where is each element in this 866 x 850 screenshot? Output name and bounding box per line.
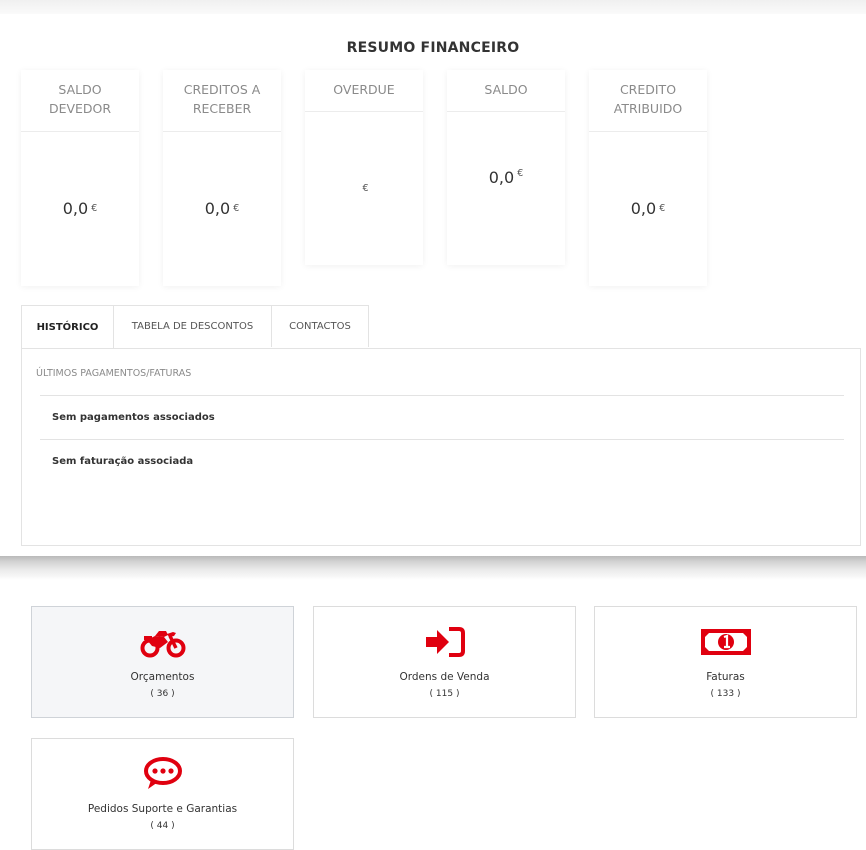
tile-ordens-venda[interactable]: Ordens de Venda ( 115 ) xyxy=(313,606,576,718)
summary-title: RESUMO FINANCEIRO xyxy=(346,40,520,56)
tab-contactos[interactable]: CONTACTOS xyxy=(271,305,369,347)
tile-label: Orçamentos xyxy=(130,671,195,683)
sign-in-icon xyxy=(314,625,575,659)
panel-top-band xyxy=(0,0,866,14)
tile-count: ( 115 ) xyxy=(429,689,460,699)
tab-historico[interactable]: HISTÓRICO xyxy=(21,305,114,349)
currency-symbol: € xyxy=(233,203,240,214)
card-value: 0,0 € xyxy=(62,199,98,218)
currency-symbol: € xyxy=(659,203,666,214)
card-creditos-receber: CREDITOS A RECEBER 0,0 € xyxy=(163,70,281,286)
list-item: Sem faturação associada xyxy=(40,439,844,483)
card-label: SALDO xyxy=(447,70,565,112)
card-saldo-devedor: SALDO DEVEDOR 0,0 € xyxy=(21,70,139,286)
list-item: Sem pagamentos associados xyxy=(40,395,844,439)
card-value: 0,0 € xyxy=(630,199,666,218)
tile-label: Ordens de Venda xyxy=(399,671,490,683)
tab-bar: HISTÓRICO TABELA DE DESCONTOS CONTACTOS xyxy=(21,305,369,349)
tile-label: Pedidos Suporte e Garantias xyxy=(87,803,238,815)
financial-summary-panel: RESUMO FINANCEIRO SALDO DEVEDOR 0,0 € CRE… xyxy=(0,0,866,556)
tab-content-historico: ÚLTIMOS PAGAMENTOS/FATURAS Sem pagamento… xyxy=(21,348,861,546)
card-label: CREDITO ATRIBUIDO xyxy=(589,70,707,132)
card-saldo: SALDO 0,0 € xyxy=(447,70,565,265)
chat-bubble-icon xyxy=(32,757,293,791)
card-value: 0,0 € xyxy=(488,168,524,187)
card-value: € xyxy=(305,112,423,264)
card-label: CREDITOS A RECEBER xyxy=(163,70,281,132)
currency-symbol: € xyxy=(362,182,369,194)
tile-count: ( 44 ) xyxy=(150,821,175,831)
tab-tabela-descontos[interactable]: TABELA DE DESCONTOS xyxy=(113,305,272,347)
section-label: ÚLTIMOS PAGAMENTOS/FATURAS xyxy=(36,368,192,379)
tile-count: ( 133 ) xyxy=(710,689,741,699)
currency-symbol: € xyxy=(517,168,524,179)
card-label: SALDO DEVEDOR xyxy=(21,70,139,132)
divider-band xyxy=(0,556,866,580)
currency-symbol: € xyxy=(91,203,98,214)
tile-label: Faturas xyxy=(706,671,745,683)
tile-orcamentos[interactable]: Orçamentos ( 36 ) xyxy=(31,606,294,718)
money-icon xyxy=(595,625,856,659)
tile-pedidos-suporte[interactable]: Pedidos Suporte e Garantias ( 44 ) xyxy=(31,738,294,850)
card-value: 0,0 € xyxy=(204,199,240,218)
card-credito-atribuido: CREDITO ATRIBUIDO 0,0 € xyxy=(589,70,707,286)
card-label: OVERDUE xyxy=(305,70,423,112)
tile-faturas[interactable]: Faturas ( 133 ) xyxy=(594,606,857,718)
tile-count: ( 36 ) xyxy=(150,689,175,699)
card-overdue: OVERDUE € xyxy=(305,70,423,265)
motorcycle-icon xyxy=(32,625,293,659)
